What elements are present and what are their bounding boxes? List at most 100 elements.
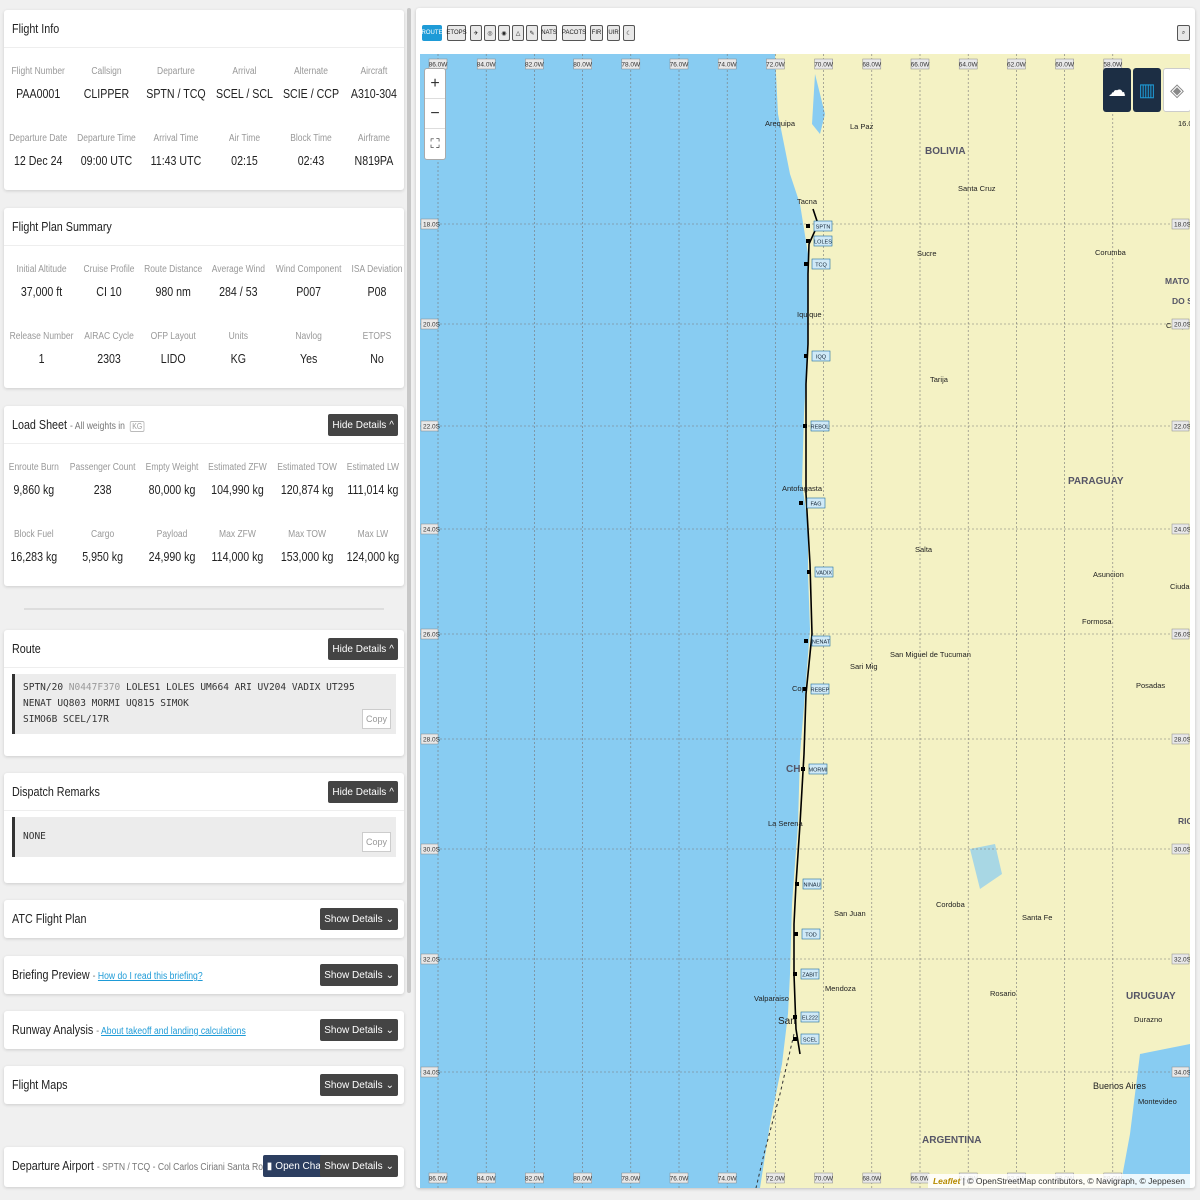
moon-icon[interactable]: ☾ bbox=[623, 25, 635, 41]
weather-layer-icon[interactable]: ☁ bbox=[1103, 68, 1131, 112]
departure-airport-card: Departure Airport - SPTN / TCQ - Col Car… bbox=[4, 1147, 404, 1187]
place-label: PARAGUAY bbox=[1068, 476, 1124, 487]
field-value: 120,874 kg bbox=[280, 483, 334, 497]
place-label: Formosa bbox=[1082, 617, 1112, 626]
place-label: Tacna bbox=[797, 197, 818, 206]
uir-toggle[interactable]: UIR bbox=[607, 25, 620, 41]
chevron-down-icon: ⌄ bbox=[385, 1024, 394, 1036]
lon-label: 84.0W bbox=[477, 62, 497, 69]
place-label: Rosario bbox=[990, 989, 1016, 998]
field-cell: Departure SPTN / TCQ bbox=[141, 58, 211, 125]
fullscreen-icon[interactable]: ⛶ bbox=[425, 129, 445, 159]
chevron-up-icon: ^ bbox=[389, 643, 394, 655]
show-details-button[interactable]: Show Details ⌄ bbox=[320, 1155, 398, 1177]
field-label: Cargo bbox=[90, 529, 114, 540]
waypoint-label: TCQ bbox=[815, 263, 827, 269]
briefing-help-link[interactable]: How do I read this briefing? bbox=[98, 971, 203, 982]
hide-details-button[interactable]: Hide Details ^ bbox=[328, 638, 398, 660]
fir-toggle[interactable]: FIR bbox=[590, 25, 603, 41]
field-label: Arrival bbox=[232, 66, 257, 77]
show-details-button[interactable]: Show Details ⌄ bbox=[320, 908, 398, 930]
field-value: 02:15 bbox=[231, 154, 258, 168]
zoom-in-button[interactable]: + bbox=[425, 69, 445, 99]
field-value: 9,860 kg bbox=[13, 483, 55, 497]
field-label: Block Time bbox=[290, 133, 332, 144]
place-label: Valparaiso bbox=[754, 994, 789, 1003]
route-card: Route Hide Details ^ SPTN/20 N0447F370 LO… bbox=[4, 630, 404, 756]
card-title: Load Sheet - All weights in KG bbox=[12, 418, 145, 432]
copy-button[interactable]: Copy bbox=[361, 709, 391, 729]
waypoint-marker bbox=[795, 882, 799, 886]
compass-icon[interactable]: ◎ bbox=[484, 25, 496, 41]
field-cell: Estimated TOW 120,874 kg bbox=[272, 454, 342, 521]
field-cell: Air Time 02:15 bbox=[211, 125, 278, 192]
waypoint-marker bbox=[793, 972, 797, 976]
field-label: ETOPS bbox=[363, 331, 392, 342]
field-cell: AIRAC Cycle 2303 bbox=[79, 323, 139, 390]
leaflet-link[interactable]: Leaflet bbox=[933, 1176, 960, 1186]
field-label: Alternate bbox=[294, 66, 329, 77]
field-value: 24,990 kg bbox=[148, 550, 196, 564]
field-cell: Max ZFW 114,000 kg bbox=[203, 521, 272, 588]
pacots-toggle[interactable]: PACOTS bbox=[562, 25, 586, 41]
card-title: Runway Analysis - About takeoff and land… bbox=[12, 1023, 246, 1037]
field-value: 284 / 53 bbox=[219, 285, 258, 299]
field-label: Enroute Burn bbox=[8, 462, 59, 473]
etops-toggle[interactable]: ETOPS bbox=[446, 25, 467, 41]
plane-icon[interactable]: ✈ bbox=[470, 25, 482, 41]
show-details-button[interactable]: Show Details ⌄ bbox=[320, 964, 398, 986]
runway-analysis-card: Runway Analysis - About takeoff and land… bbox=[4, 1011, 404, 1049]
triangle-icon[interactable]: △ bbox=[512, 25, 524, 41]
hide-details-button[interactable]: Hide Details ^ bbox=[328, 414, 398, 436]
charts-layer-icon[interactable]: ▥ bbox=[1133, 68, 1161, 112]
field-value: P08 bbox=[367, 285, 387, 299]
place-label: Iquique bbox=[797, 310, 822, 319]
card-subtitle: - All weights in bbox=[69, 420, 125, 432]
route-toggle[interactable]: ROUTE bbox=[422, 25, 443, 41]
dispatch-remarks-card: Dispatch Remarks Hide Details ^ NONE Copy bbox=[4, 773, 404, 883]
field-label: Arrival Time bbox=[153, 133, 199, 144]
place-label: Antofagasta bbox=[782, 484, 823, 493]
waypoint-marker bbox=[793, 1015, 797, 1019]
layers-icon[interactable]: ◈ bbox=[1163, 68, 1190, 112]
chevron-up-icon: ^ bbox=[389, 786, 394, 798]
pencil-icon[interactable]: ✎ bbox=[526, 25, 538, 41]
waypoint-label: SCEL bbox=[803, 1038, 817, 1044]
radar-icon[interactable]: ◉ bbox=[498, 25, 510, 41]
place-label: 16.0S bbox=[1178, 119, 1190, 128]
place-label: Buenos Aires bbox=[1093, 1081, 1147, 1091]
lat-label: 26.0S bbox=[1174, 632, 1190, 639]
show-details-button[interactable]: Show Details ⌄ bbox=[320, 1019, 398, 1041]
lat-label: 18.0S bbox=[1174, 222, 1190, 229]
route-string: SPTN/20 N0447F370 LOLES1 LOLES UM664 ARI… bbox=[12, 674, 396, 734]
waypoint-label: EL222 bbox=[802, 1016, 818, 1022]
scrollbar[interactable] bbox=[407, 8, 411, 993]
card-title: Flight Maps bbox=[12, 1078, 68, 1092]
charts-icon: ▮ bbox=[266, 1160, 273, 1172]
nats-toggle[interactable]: NATS bbox=[541, 25, 557, 41]
zoom-out-button[interactable]: − bbox=[425, 99, 445, 129]
search-icon[interactable]: ⌕ bbox=[1177, 25, 1190, 41]
copy-button[interactable]: Copy bbox=[361, 832, 391, 852]
place-label: URUGUAY bbox=[1126, 991, 1176, 1002]
field-cell: Average Wind 284 / 53 bbox=[207, 256, 270, 323]
lat-label: 34.0S bbox=[423, 1070, 441, 1077]
waypoint-label: SPTN bbox=[816, 225, 831, 231]
route-map[interactable]: Arequipa La Paz BOLIVIA Santa Cruz Tacna Sucr… bbox=[420, 54, 1190, 1188]
card-title: Briefing Preview - How do I read this br… bbox=[12, 968, 203, 982]
show-details-button[interactable]: Show Details ⌄ bbox=[320, 1074, 398, 1096]
field-value: 2303 bbox=[97, 352, 121, 366]
field-cell: Route Distance 980 nm bbox=[139, 256, 207, 323]
hide-details-button[interactable]: Hide Details ^ bbox=[328, 781, 398, 803]
field-value: 111,014 kg bbox=[347, 483, 399, 497]
field-label: Wind Component bbox=[275, 264, 342, 275]
runway-help-link[interactable]: About takeoff and landing calculations bbox=[101, 1026, 246, 1037]
field-value: No bbox=[370, 352, 385, 366]
lat-label: 24.0S bbox=[1174, 527, 1190, 534]
field-value: 980 nm bbox=[155, 285, 191, 299]
waypoint-label: FAG bbox=[810, 502, 821, 508]
place-label: Asuncion bbox=[1093, 570, 1124, 579]
place-label: Tarija bbox=[930, 375, 949, 384]
waypoint-marker bbox=[806, 224, 810, 228]
place-label: Durazno bbox=[1134, 1015, 1162, 1024]
